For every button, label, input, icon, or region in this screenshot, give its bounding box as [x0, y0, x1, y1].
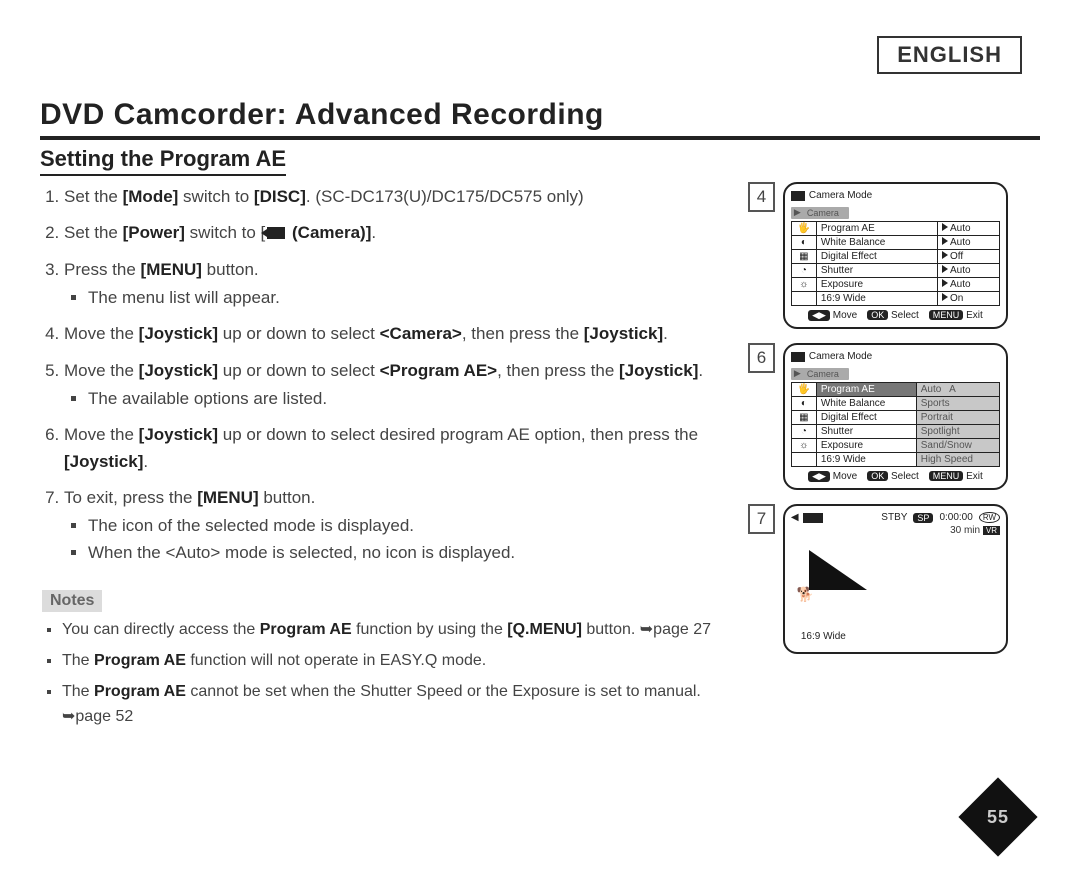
screenshot-4-title: Camera Mode: [791, 190, 1000, 201]
screenshot-7: ◀ STBY SP 0:00:00 RW 30 min VR 🐕: [783, 504, 1008, 654]
table-row: ☼ExposureAuto: [791, 278, 999, 292]
step-list: Set the [Mode] switch to [DISC]. (SC-DC1…: [40, 184, 720, 566]
table-row: ◐White BalanceSports: [791, 397, 999, 411]
screenshot-4-footer: ◀▶ Move OK Select MENU Exit: [791, 310, 1000, 321]
stby-label: STBY: [881, 512, 907, 523]
screenshot-4-menu: 🖐Program AEAuto ◐White BalanceAuto ▦Digi…: [791, 221, 1000, 306]
vr-badge: VR: [983, 526, 1000, 535]
screenshot-6-tab: Camera: [791, 368, 849, 380]
step-1: Set the [Mode] switch to [DISC]. (SC-DC1…: [64, 184, 720, 210]
table-row: 16:9 WideOn: [791, 292, 999, 306]
screenshot-6-title: Camera Mode: [791, 351, 1000, 362]
table-row: ◔ShutterAuto: [791, 264, 999, 278]
sp-badge: SP: [913, 513, 933, 523]
screenshot-6-footer: ◀▶ Move OK Select MENU Exit: [791, 471, 1000, 482]
page-number-diamond: 55: [958, 777, 1037, 856]
camera-mode-icon: [791, 191, 805, 201]
animal-icon: 🐕: [797, 586, 814, 603]
note-3: The Program AE cannot be set when the Sh…: [62, 680, 720, 730]
table-row: 🖐Program AEAuto: [791, 222, 999, 236]
step-3: Press the [MENU] button. The menu list w…: [64, 257, 720, 312]
page-title: DVD Camcorder: Advanced Recording: [40, 98, 1040, 132]
step-6: Move the [Joystick] up or down to select…: [64, 422, 720, 475]
wide-label: 16:9 Wide: [801, 631, 846, 642]
step-7-sub: The icon of the selected mode is display…: [64, 513, 720, 566]
screenshot-6-menu: 🖐Program AEAuto A ◐White BalanceSports ▦…: [791, 382, 1000, 467]
screenshot-7-group: 7 ◀ STBY SP 0:00:00 RW 30 min VR: [748, 504, 1008, 654]
screenshot-6: Camera Mode Camera 🖐Program AEAuto A ◐Wh…: [783, 343, 1008, 490]
title-underline: [40, 136, 1040, 140]
note-2: The Program AE function will not operate…: [62, 649, 720, 674]
notes-label: Notes: [42, 590, 102, 612]
step-4: Move the [Joystick] up or down to select…: [64, 321, 720, 347]
preview-triangle-icon: [809, 550, 867, 590]
page-number: 55: [987, 807, 1009, 828]
camera-icon: [267, 227, 285, 239]
table-row: ☼ExposureSand/Snow: [791, 439, 999, 453]
camera-mode-icon: [791, 352, 805, 362]
step-3-sub-1: The menu list will appear.: [88, 285, 720, 311]
step-5-sub-1: The available options are listed.: [88, 386, 720, 412]
screenshot-6-number: 6: [748, 343, 775, 373]
screenshot-4: Camera Mode Camera 🖐Program AEAuto ◐Whit…: [783, 182, 1008, 329]
step-3-sub: The menu list will appear.: [64, 285, 720, 311]
step-7-sub-1: The icon of the selected mode is display…: [88, 513, 720, 539]
screenshot-4-number: 4: [748, 182, 775, 212]
note-1: You can directly access the Program AE f…: [62, 618, 720, 643]
content-columns: Set the [Mode] switch to [DISC]. (SC-DC1…: [40, 182, 1040, 735]
screenshot-6-group: 6 Camera Mode Camera 🖐Program AEAuto A ◐…: [748, 343, 1008, 490]
instruction-column: Set the [Mode] switch to [DISC]. (SC-DC1…: [40, 182, 720, 735]
language-box: ENGLISH: [877, 36, 1022, 74]
table-row: ◐White BalanceAuto: [791, 236, 999, 250]
step-5: Move the [Joystick] up or down to select…: [64, 358, 720, 413]
rec-indicator: ◀: [791, 512, 823, 523]
screenshot-column: 4 Camera Mode Camera 🖐Program AEAuto ◐Wh…: [748, 182, 1008, 735]
step-7-sub-2: When the <Auto> mode is selected, no ico…: [88, 540, 720, 566]
table-row: 🖐Program AEAuto A: [791, 383, 999, 397]
section-subheading: Setting the Program AE: [40, 146, 286, 176]
table-row: ▦Digital EffectPortrait: [791, 411, 999, 425]
manual-page: ENGLISH DVD Camcorder: Advanced Recordin…: [0, 0, 1080, 865]
notes-list: You can directly access the Program AE f…: [40, 618, 720, 729]
screenshot-7-number: 7: [748, 504, 775, 534]
screenshot-4-tab: Camera: [791, 207, 849, 219]
step-5-sub: The available options are listed.: [64, 386, 720, 412]
screenshot-4-group: 4 Camera Mode Camera 🖐Program AEAuto ◐Wh…: [748, 182, 1008, 329]
remaining-line: 30 min VR: [791, 525, 1000, 536]
min-label: 30 min: [950, 525, 980, 536]
table-row: ◔ShutterSpotlight: [791, 425, 999, 439]
screenshot-7-topline: ◀ STBY SP 0:00:00 RW: [791, 512, 1000, 523]
table-row: 16:9 WideHigh Speed: [791, 453, 999, 467]
time-label: 0:00:00: [939, 512, 972, 523]
step-7: To exit, press the [MENU] button. The ic…: [64, 485, 720, 566]
rw-icon: RW: [979, 512, 1000, 523]
table-row: ▦Digital EffectOff: [791, 250, 999, 264]
step-2: Set the [Power] switch to [ (Camera)].: [64, 220, 720, 246]
